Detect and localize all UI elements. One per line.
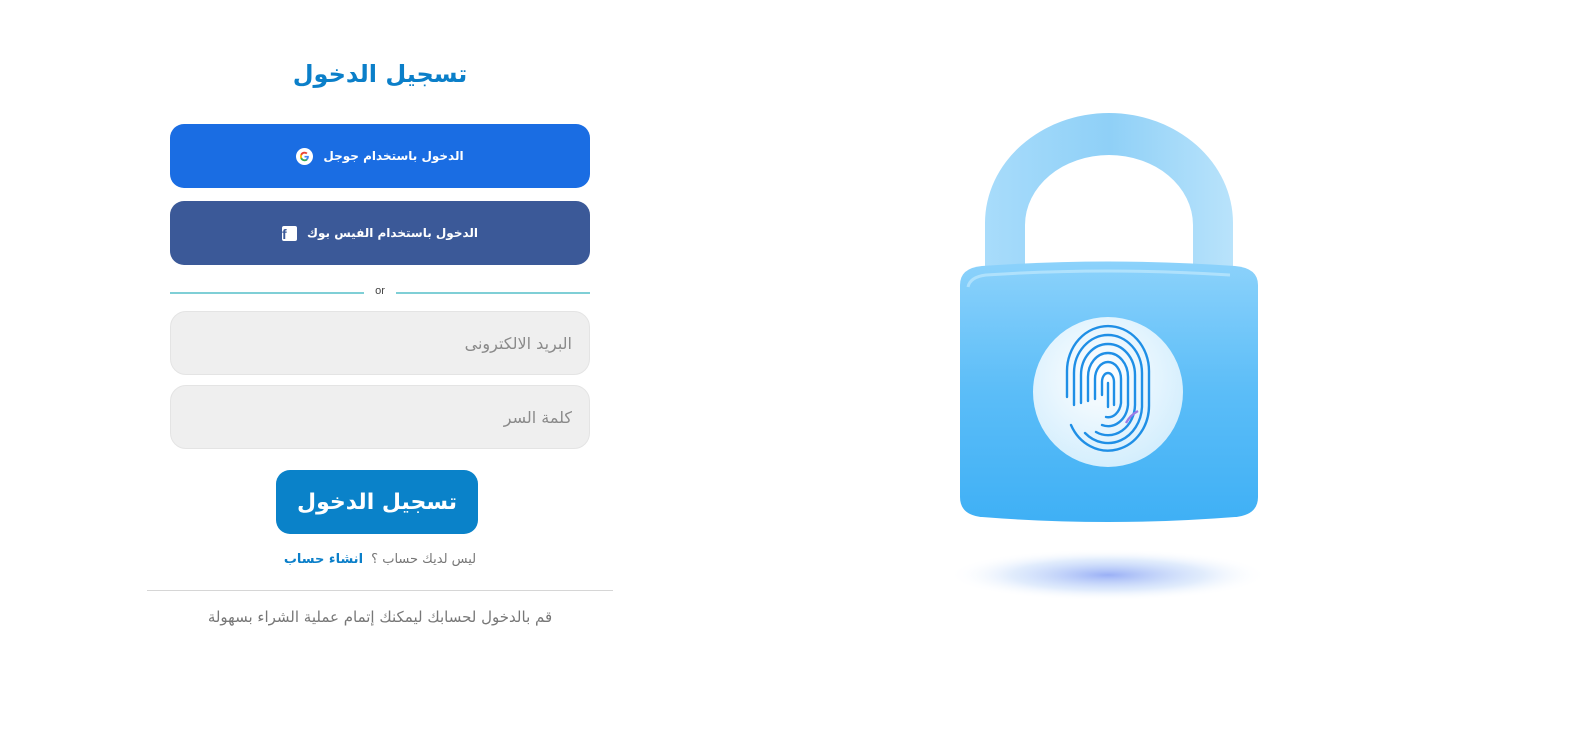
facebook-icon: f [282, 225, 297, 241]
password-field[interactable] [170, 385, 590, 449]
divider-line-left [170, 292, 364, 294]
create-account-link[interactable]: انشاء حساب [284, 552, 363, 567]
google-login-button[interactable]: الدخول باستخدام جوجل [170, 124, 590, 188]
google-login-label: الدخول باستخدام جوجل [323, 149, 464, 163]
facebook-login-button[interactable]: الدخول باستخدام الفيس بوك f [170, 201, 590, 265]
login-submit-label: تسجيل الدخول [296, 489, 458, 515]
helper-text: قم بالدخول لحسابك ليمكنك إتمام عملية الش… [207, 608, 553, 626]
divider-line-right [396, 292, 590, 294]
padlock-fingerprint-icon [948, 113, 1268, 601]
signup-prompt: ليس لديك حساب ؟ انشاء حساب [170, 552, 590, 567]
login-submit-button[interactable]: تسجيل الدخول [276, 470, 478, 534]
divider-text: or [375, 285, 385, 297]
google-icon [296, 147, 314, 165]
signup-question: ليس لديك حساب ؟ [371, 552, 477, 567]
facebook-login-label: الدخول باستخدام الفيس بوك [307, 226, 479, 240]
bottom-divider [147, 590, 613, 591]
page-title: تسجيل الدخول [292, 60, 468, 88]
email-field[interactable] [170, 311, 590, 375]
